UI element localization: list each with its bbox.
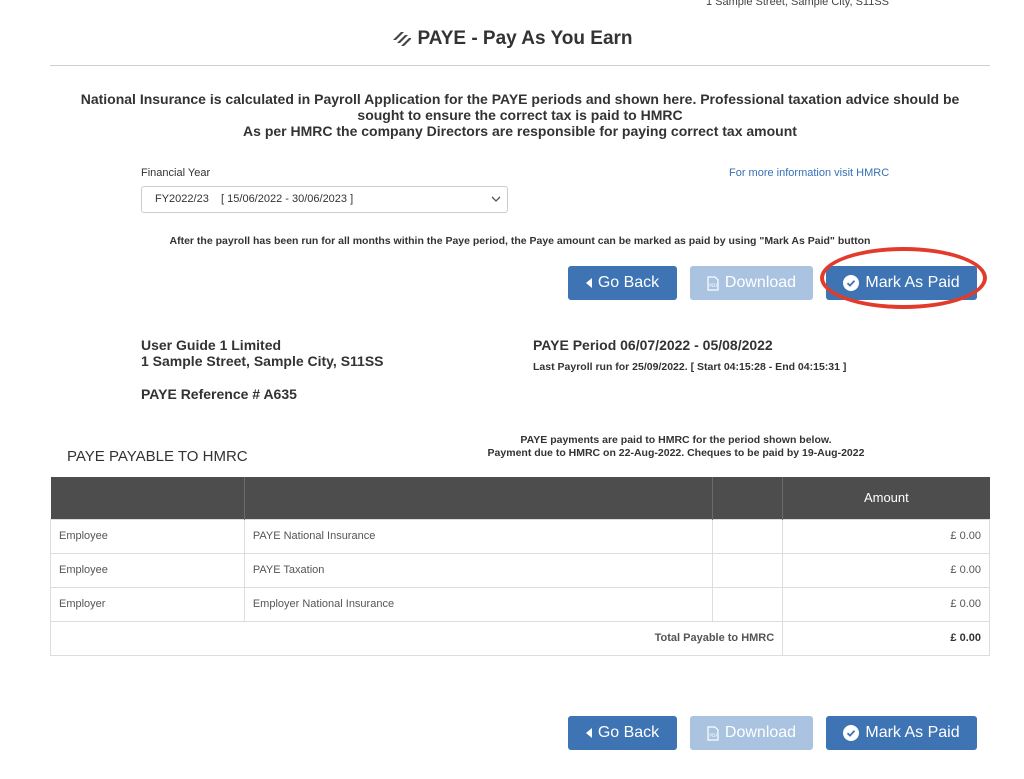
top-address: 1 Sample Street, Sample City, S11SS (706, 0, 890, 8)
row-extra (712, 552, 784, 588)
column-header (50, 477, 245, 519)
highlight-annotation-ring (820, 247, 987, 309)
svg-text:PDF: PDF (709, 733, 718, 739)
row-extra (712, 518, 784, 554)
column-header-amount: Amount (782, 477, 990, 519)
check-circle-icon (843, 725, 860, 741)
financial-year-value: FY2022/23 [ 15/06/2022 - 30/06/2023 ] (155, 193, 354, 205)
row-amount: £ 0.00 (782, 518, 990, 554)
row-item: PAYE National Insurance (243, 518, 714, 554)
table-row: Employee PAYE National Insurance £ 0.00 (50, 518, 990, 554)
table-header-row: Amount (50, 477, 990, 519)
row-amount: £ 0.00 (782, 552, 990, 588)
table-row: Employer Employer National Insurance £ 0… (50, 586, 990, 622)
paye-reference: PAYE Reference # A635 (141, 386, 297, 402)
svg-text:PDF: PDF (709, 283, 718, 289)
caret-left-icon (585, 728, 592, 738)
row-party: Employee (50, 552, 245, 588)
financial-year-label: Financial Year (141, 167, 211, 179)
page-title: PAYE - Pay As You Earn (0, 28, 1024, 52)
chevron-down-icon (491, 187, 501, 222)
company-address: 1 Sample Street, Sample City, S11SS (141, 353, 384, 369)
row-amount: £ 0.00 (782, 586, 990, 622)
last-payroll-run: Last Payroll run for 25/09/2022. [ Start… (533, 361, 847, 373)
page-title-text: PAYE - Pay As You Earn (417, 28, 633, 49)
row-item: Employer National Insurance (243, 586, 714, 622)
paye-payable-title: PAYE PAYABLE TO HMRC (67, 448, 248, 465)
go-back-label: Go Back (597, 274, 660, 291)
financial-year-select[interactable]: FY2022/23 [ 15/06/2022 - 30/06/2023 ] (141, 186, 508, 213)
download-button-top[interactable]: PDF Download (690, 266, 813, 300)
notice-line-3: As per HMRC the company Directors are re… (243, 123, 797, 139)
caret-left-icon (585, 278, 592, 288)
total-amount: £ 0.00 (782, 620, 990, 656)
notice-line-1: National Insurance is calculated in Payr… (80, 91, 960, 107)
row-party: Employer (50, 586, 245, 622)
pdf-file-icon: PDF (707, 725, 719, 741)
column-header (712, 477, 784, 519)
row-party: Employee (50, 518, 245, 554)
row-extra (712, 586, 784, 622)
paye-payable-table: Amount Employee PAYE National Insurance … (49, 477, 990, 656)
notice-line-2: sought to ensure the correct tax is paid… (357, 107, 683, 123)
go-back-button-top[interactable]: Go Back (568, 266, 677, 300)
total-label: Total Payable to HMRC (49, 620, 784, 656)
column-header (244, 477, 714, 519)
mark-paid-instruction: After the payroll has been run for all m… (169, 235, 871, 247)
hmrc-info-link[interactable]: For more information visit HMRC (729, 167, 889, 179)
pdf-file-icon: PDF (707, 275, 719, 291)
payment-due-note: PAYE payments are paid to HMRC for the p… (450, 434, 902, 460)
payment-note-line-1: PAYE payments are paid to HMRC for the p… (520, 434, 832, 446)
download-button-bottom[interactable]: PDF Download (690, 716, 813, 750)
go-back-label: Go Back (597, 724, 660, 741)
company-name: User Guide 1 Limited (141, 337, 282, 353)
tax-notice: National Insurance is calculated in Payr… (40, 91, 1000, 139)
mark-as-paid-label: Mark As Paid (865, 724, 960, 741)
go-back-button-bottom[interactable]: Go Back (568, 716, 677, 750)
table-row: Employee PAYE Taxation £ 0.00 (50, 552, 990, 588)
payment-note-line-2: Payment due to HMRC on 22-Aug-2022. Cheq… (487, 447, 865, 459)
header-divider (50, 65, 990, 66)
paye-period-title: PAYE Period 06/07/2022 - 05/08/2022 (533, 337, 773, 353)
table-total-row: Total Payable to HMRC £ 0.00 (49, 620, 990, 656)
paye-logo-icon (391, 30, 412, 52)
row-item: PAYE Taxation (243, 552, 714, 588)
download-label: Download (724, 724, 797, 741)
mark-as-paid-button-bottom[interactable]: Mark As Paid (826, 716, 977, 750)
download-label: Download (724, 274, 797, 291)
